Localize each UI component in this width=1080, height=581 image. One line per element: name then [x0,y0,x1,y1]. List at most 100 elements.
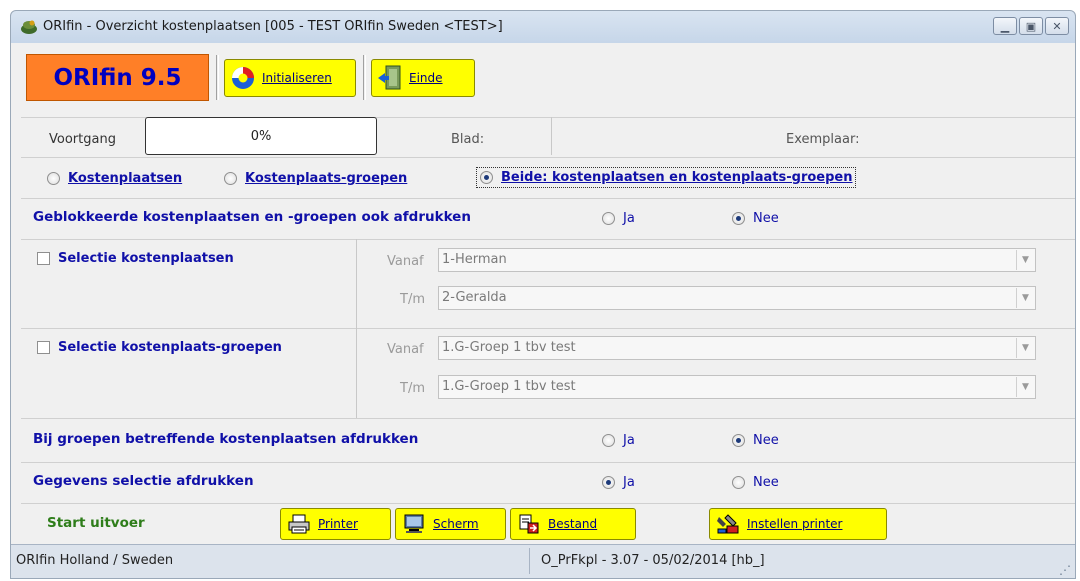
monitor-icon [400,510,428,538]
geblokkeerd-ja-label: Ja [623,211,635,226]
checkbox-icon [37,341,50,354]
divider [21,328,1075,329]
printer-settings-icon [714,510,742,538]
scherm-label: Scherm [433,517,479,531]
chevron-down-icon: ▼ [1016,338,1034,358]
kostenplaats-vanaf-select[interactable]: 1-Herman ▼ [438,248,1036,272]
divider [551,117,552,155]
divider [21,418,1075,419]
einde-label: Einde [409,71,443,85]
radio-icon [602,212,615,225]
divider [21,198,1075,199]
start-uitvoer-label: Start uitvoer [47,515,145,531]
groep-vanaf-select[interactable]: 1.G-Groep 1 tbv test ▼ [438,336,1036,360]
logo-text: ORIfin 9.5 [53,64,182,91]
close-icon: ✕ [1052,19,1062,33]
kostenplaats-tm-value: 2-Geralda [442,290,507,305]
divider [356,328,357,418]
radio-icon [224,172,237,185]
initialiseren-button[interactable]: Initialiseren [224,59,356,97]
radio-kostenplaats-groepen-label: Kostenplaats-groepen [245,171,408,186]
progress-value: 0% [250,128,272,144]
close-button[interactable]: ✕ [1045,17,1069,35]
bestand-label: Bestand [548,517,598,531]
kostenplaats-tm-select[interactable]: 2-Geralda ▼ [438,286,1036,310]
groep-vanaf-value: 1.G-Groep 1 tbv test [442,340,576,355]
window-title: ORIfin - Overzicht kostenplaatsen [005 -… [43,19,503,34]
groep-tm-select[interactable]: 1.G-Groep 1 tbv test ▼ [438,375,1036,399]
gegevens-label: Gegevens selectie afdrukken [33,473,254,489]
bij-groepen-nee-label: Nee [753,433,779,448]
bij-groepen-ja-label: Ja [623,433,635,448]
status-bar: ORIfin Holland / Sweden O_PrFkpl - 3.07 … [11,544,1075,578]
bij-groepen-nee-radio[interactable]: Nee [732,433,779,448]
einde-button[interactable]: Einde [371,59,475,97]
printer-label: Printer [318,517,358,531]
radio-selected-icon [732,434,745,447]
gegevens-nee-label: Nee [753,475,779,490]
divider [529,548,530,574]
chevron-down-icon: ▼ [1016,288,1034,308]
main-window: ORIfin - Overzicht kostenplaatsen [005 -… [10,10,1076,579]
exemplaar-label: Exemplaar: [786,132,860,147]
exit-door-icon [376,64,404,92]
geblokkeerd-nee-label: Nee [753,211,779,226]
progress-box: 0% [145,117,377,155]
geblokkeerd-ja-radio[interactable]: Ja [602,211,635,226]
gegevens-ja-radio[interactable]: Ja [602,475,635,490]
gegevens-ja-label: Ja [623,475,635,490]
divider [356,239,357,328]
blad-label: Blad: [451,132,485,147]
bij-groepen-ja-radio[interactable]: Ja [602,433,635,448]
app-icon [21,20,37,34]
gegevens-nee-radio[interactable]: Nee [732,475,779,490]
selectie-kostenplaatsen-checkbox[interactable]: Selectie kostenplaatsen [37,251,234,266]
printer-button[interactable]: Printer [280,508,391,540]
toolbar: ORIfin 9.5 Initialiseren Einde [11,43,1075,117]
status-version: O_PrFkpl - 3.07 - 05/02/2014 [hb_] [541,553,765,568]
resize-grip-icon[interactable]: ⋰ [1059,564,1071,576]
bij-groepen-label: Bij groepen betreffende kostenplaatsen a… [33,431,419,447]
maximize-icon: ▣ [1025,19,1037,33]
radio-kostenplaats-groepen[interactable]: Kostenplaats-groepen [224,171,407,186]
refresh-icon [229,64,257,92]
divider [21,462,1075,463]
instellen-printer-button[interactable]: Instellen printer [709,508,887,540]
radio-selected-icon [480,171,493,184]
app-logo: ORIfin 9.5 [26,54,209,101]
radio-icon [47,172,60,185]
radio-beide[interactable]: Beide: kostenplaatsen en kostenplaats-gr… [476,167,857,188]
geblokkeerd-label: Geblokkeerde kostenplaatsen en -groepen … [33,209,471,225]
chevron-down-icon: ▼ [1016,377,1034,397]
groep-tm-value: 1.G-Groep 1 tbv test [442,379,576,394]
toolbar-separator [363,55,366,100]
minimize-button[interactable]: ▁ [993,17,1017,35]
title-bar[interactable]: ORIfin - Overzicht kostenplaatsen [005 -… [11,11,1075,43]
bestand-button[interactable]: Bestand [510,508,636,540]
chevron-down-icon: ▼ [1016,250,1034,270]
radio-selected-icon [732,212,745,225]
geblokkeerd-nee-radio[interactable]: Nee [732,211,779,226]
vanaf-label: Vanaf [387,342,424,357]
vanaf-label: Vanaf [387,254,424,269]
divider [21,239,1075,240]
selectie-kostenplaats-groepen-checkbox[interactable]: Selectie kostenplaats-groepen [37,340,282,355]
instellen-printer-label: Instellen printer [747,517,843,531]
radio-selected-icon [602,476,615,489]
tm-label: T/m [400,292,425,307]
radio-kostenplaatsen[interactable]: Kostenplaatsen [47,171,182,186]
maximize-button[interactable]: ▣ [1019,17,1043,35]
divider [21,503,1075,504]
printer-icon [285,510,313,538]
selectie-kostenplaatsen-label: Selectie kostenplaatsen [58,251,234,266]
minimize-icon: ▁ [1000,19,1010,33]
selectie-kostenplaats-groepen-label: Selectie kostenplaats-groepen [58,340,282,355]
toolbar-separator [216,55,219,100]
radio-kostenplaatsen-label: Kostenplaatsen [68,171,183,186]
voortgang-label: Voortgang [49,132,116,147]
initialiseren-label: Initialiseren [262,71,332,85]
radio-beide-label: Beide: kostenplaatsen en kostenplaats-gr… [501,170,853,185]
divider [21,157,1075,158]
scherm-button[interactable]: Scherm [395,508,506,540]
radio-icon [732,476,745,489]
